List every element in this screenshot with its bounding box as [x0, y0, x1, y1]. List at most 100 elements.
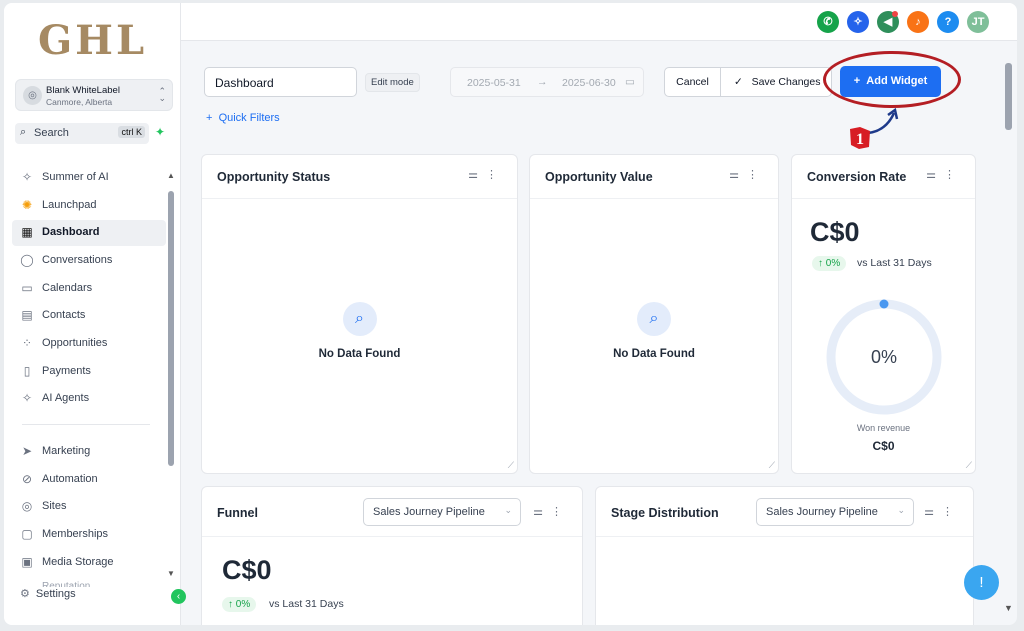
sidebar-item-label: Dashboard — [42, 226, 100, 238]
scroll-down-icon[interactable]: ▼ — [167, 569, 175, 578]
more-icon[interactable]: ⋮ — [747, 169, 766, 181]
sidebar-item-label: Marketing — [42, 445, 91, 457]
more-icon[interactable]: ⋮ — [944, 169, 963, 181]
magic-icon[interactable]: ✧ — [847, 11, 869, 33]
payments-icon: ▯ — [23, 364, 31, 378]
quick-action-icon[interactable]: ✦ — [155, 125, 165, 139]
megaphone-icon[interactable]: ◀ — [877, 11, 899, 33]
save-changes-button[interactable]: ✓ Save Changes — [722, 68, 832, 96]
scrollbar-thumb[interactable] — [1005, 63, 1012, 130]
empty-state-message: No Data Found — [613, 348, 695, 360]
sidebar-item-conversations[interactable]: ◯ Conversations — [12, 248, 166, 274]
plus-icon: + — [206, 112, 213, 124]
filter-icon[interactable]: ⚌ — [533, 506, 551, 518]
comparison-label: vs Last 31 Days — [857, 257, 932, 269]
sidebar-item-settings[interactable]: ⚙ Settings — [20, 587, 76, 600]
filter-icon[interactable]: ⚌ — [926, 169, 944, 181]
arrow-right-icon: → — [537, 76, 548, 88]
change-badge: ↑ 0% — [812, 256, 847, 271]
quick-filters-label: Quick Filters — [218, 112, 280, 124]
filter-icon[interactable]: ⚌ — [468, 169, 486, 181]
annotation-step-number: 1 — [856, 131, 864, 148]
opportunities-icon: ⁘ — [21, 336, 33, 350]
gear-icon: ⚙ — [20, 588, 30, 600]
sidebar-divider — [22, 424, 150, 425]
widget-tools: ⚌⋮ — [468, 168, 505, 181]
sidebar-item-label: Automation — [42, 473, 98, 485]
resize-handle-icon[interactable]: ⟋ — [769, 460, 775, 471]
account-switcher[interactable]: ◎ Blank WhiteLabel Canmore, Alberta ⌃ ⌄ — [15, 79, 173, 111]
sidebar-item-sites[interactable]: ◎ Sites — [12, 494, 166, 520]
collapse-sidebar-icon[interactable]: ‹ — [171, 589, 186, 604]
funnel-value: C$0 — [222, 555, 272, 585]
scroll-down-icon[interactable]: ▼ — [1004, 603, 1013, 613]
cancel-button[interactable]: Cancel — [665, 68, 721, 96]
sidebar-item-opportunities[interactable]: ⁘ Opportunities — [12, 331, 166, 357]
bell-icon[interactable]: ♪ — [907, 11, 929, 33]
calendar-icon: ▭ — [21, 281, 33, 295]
main-scrollbar[interactable]: ▼ — [1004, 43, 1014, 623]
widget-opportunity-value: Opportunity Value ⚌⋮ ⌕ No Data Found ⟋ — [529, 154, 779, 474]
date-range-picker[interactable]: 2025-05-31 → 2025-06-30 ▭ — [450, 67, 644, 97]
phone-icon[interactable]: ✆ — [817, 11, 839, 33]
sidebar-search[interactable]: ⌕ Search ctrl K — [15, 123, 149, 144]
more-icon[interactable]: ⋮ — [551, 506, 570, 518]
more-icon[interactable]: ⋮ — [942, 506, 961, 518]
date-start: 2025-05-31 — [467, 77, 521, 89]
filter-icon[interactable]: ⚌ — [729, 169, 747, 181]
app-window: GHL ◎ Blank WhiteLabel Canmore, Alberta … — [4, 3, 1017, 625]
contacts-icon: ▤ — [21, 308, 33, 322]
sidebar-item-label: AI Agents — [42, 392, 90, 404]
user-avatar[interactable]: JT — [967, 11, 989, 33]
help-icon[interactable]: ? — [937, 11, 959, 33]
empty-state-message: No Data Found — [318, 348, 401, 360]
sidebar: GHL ◎ Blank WhiteLabel Canmore, Alberta … — [4, 3, 186, 625]
image-icon: ▣ — [21, 555, 33, 569]
dashboard-name-input[interactable]: Dashboard — [204, 67, 357, 97]
account-name: Blank WhiteLabel — [46, 85, 120, 96]
chevron-updown-icon: ⌃ ⌄ — [158, 86, 166, 103]
pipeline-select[interactable]: Sales Journey Pipeline ⌄ — [363, 498, 521, 526]
sidebar-item-marketing[interactable]: ➤ Marketing — [12, 439, 166, 465]
sidebar-item-calendars[interactable]: ▭ Calendars — [12, 276, 166, 302]
widget-title: Opportunity Value — [545, 170, 653, 184]
scroll-up-icon[interactable]: ▲ — [167, 171, 175, 180]
sidebar-item-ai-agents[interactable]: ✧ AI Agents — [12, 386, 166, 412]
quick-filters-link[interactable]: + Quick Filters — [206, 112, 280, 124]
widget-title: Opportunity Status — [217, 170, 331, 184]
filter-icon[interactable]: ⚌ — [924, 506, 942, 518]
empty-state: ⌕ No Data Found — [530, 302, 778, 360]
sidebar-item-dashboard[interactable]: ▦ Dashboard — [12, 220, 166, 246]
sidebar-item-contacts[interactable]: ▤ Contacts — [12, 303, 166, 329]
chevron-down-icon: ⌄ — [504, 505, 512, 515]
scrollbar-thumb[interactable] — [168, 191, 174, 466]
more-icon[interactable]: ⋮ — [486, 169, 505, 181]
sidebar-scrollbar[interactable]: ▲ ▼ — [167, 171, 175, 581]
support-chat-icon[interactable]: ! — [964, 565, 999, 600]
brand-logo[interactable]: GHL — [38, 17, 147, 64]
pipeline-select-value: Sales Journey Pipeline — [766, 506, 878, 518]
grid-icon: ▦ — [21, 225, 33, 239]
resize-handle-icon[interactable]: ⟋ — [508, 460, 514, 471]
rocket-icon: ✺ — [21, 198, 33, 212]
save-label: Save Changes — [751, 76, 821, 88]
widget-header: Conversion Rate ⚌⋮ — [792, 155, 975, 199]
sidebar-item-payments[interactable]: ▯ Payments — [12, 359, 166, 385]
widget-tools: ⚌⋮ — [924, 505, 961, 518]
pipeline-select[interactable]: Sales Journey Pipeline ⌄ — [756, 498, 914, 526]
conversion-value: C$0 — [810, 217, 860, 247]
globe-icon: ◎ — [21, 499, 33, 513]
sidebar-item-label: Payments — [42, 365, 91, 377]
resize-handle-icon[interactable]: ⟋ — [966, 460, 972, 471]
check-icon: ✓ — [734, 76, 743, 88]
sidebar-item-media-storage[interactable]: ▣ Media Storage — [12, 550, 166, 576]
annotation-step-badge: 1 — [850, 127, 870, 149]
sidebar-item-label: Summer of AI — [42, 171, 109, 183]
sidebar-item-launchpad[interactable]: ✺ Launchpad — [12, 193, 166, 219]
sidebar-item-memberships[interactable]: ▢ Memberships — [12, 522, 166, 548]
sidebar-item-summer-of-ai[interactable]: ✧ Summer of AI — [12, 165, 166, 191]
sidebar-item-automation[interactable]: ⊘ Automation — [12, 467, 166, 493]
search-label: Search — [34, 127, 69, 139]
widget-header: Opportunity Value ⚌⋮ — [530, 155, 778, 199]
sidebar-item-label: Contacts — [42, 309, 86, 321]
